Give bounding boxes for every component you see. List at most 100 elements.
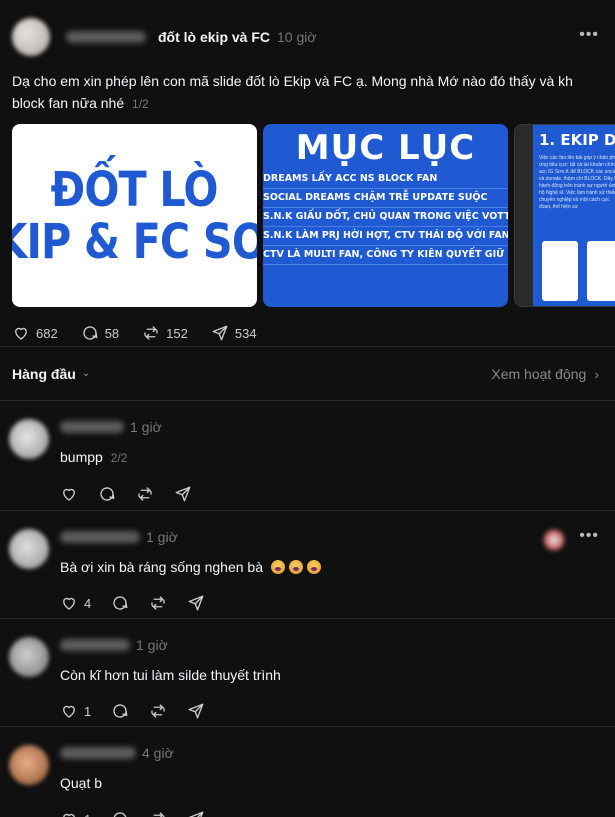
speech-bubble-icon: [83, 326, 98, 340]
slide2-line: CTV LÀ MULTI FAN, CÔNG TY KIÊN QUYẾT GIỮ…: [263, 246, 508, 265]
like-button[interactable]: 682: [12, 324, 58, 342]
see-activity-link[interactable]: Xem hoạt động ›: [491, 366, 599, 382]
author-avatar[interactable]: [12, 18, 50, 56]
reply-actions: 1: [60, 809, 603, 817]
speech-bubble-icon: [113, 596, 128, 610]
reply-header: 1 giờ: [12, 527, 603, 547]
post-header: đốt lò ekip và FC 10 giờ •••: [12, 18, 603, 56]
comment-button[interactable]: [111, 810, 129, 817]
image-carousel[interactable]: ĐỐT LÒ EKIP & FC SƠN MỤC LỤC DREAMS LẤY …: [12, 124, 615, 307]
reply-text: Bà ơi xin bà ráng sống nghen bà: [60, 559, 263, 575]
reply-avatar[interactable]: [9, 745, 49, 785]
like-count: 4: [84, 595, 92, 611]
like-button[interactable]: 1: [60, 702, 91, 720]
reply-header: 1 giờ: [12, 635, 603, 655]
reply-username-blurred[interactable]: [60, 421, 124, 433]
repost-icon: [151, 704, 165, 718]
heart-icon: [15, 327, 27, 340]
slide2-title: MỤC LỤC: [295, 128, 476, 168]
reply-actions: [60, 484, 603, 504]
see-activity-label: Xem hoạt động: [491, 365, 587, 382]
like-count: 1: [84, 703, 92, 719]
more-options-icon[interactable]: •••: [579, 527, 599, 545]
sort-dropdown[interactable]: Hàng đầu: [12, 366, 76, 382]
heart-icon: [63, 488, 75, 501]
send-icon: [175, 486, 191, 502]
chevron-right-icon: ›: [594, 365, 599, 382]
slide2-lines: DREAMS LẤY ACC NS BLOCK FAN SOCIAL DREAM…: [263, 170, 508, 265]
comment-button[interactable]: 58: [81, 324, 119, 342]
reply-body: Còn kĩ hơn tui làm silde thuyết trình: [60, 665, 603, 685]
reply-body: Quạt b: [60, 773, 603, 793]
replies-sort-bar: Hàng đầu ⌄ Xem hoạt động ›: [0, 347, 615, 401]
like-count: 1: [84, 812, 91, 817]
slide3-screenshot: [587, 241, 615, 301]
slide1-line1: ĐỐT LÒ: [51, 161, 219, 218]
more-options-icon[interactable]: •••: [579, 26, 599, 44]
carousel-image-1[interactable]: ĐỐT LÒ EKIP & FC SƠN: [12, 124, 257, 307]
repost-icon: [153, 812, 165, 817]
thread-post: đốt lò ekip và FC 10 giờ ••• Dạ cho em x…: [0, 0, 615, 347]
author-username-blurred[interactable]: [66, 31, 146, 43]
repost-button[interactable]: [136, 485, 154, 503]
reply-avatar[interactable]: [9, 637, 49, 677]
reply-media-thumbnail[interactable]: [543, 529, 565, 551]
reply-avatar[interactable]: [9, 419, 49, 459]
slide2-line: SOCIAL DREAMS CHẬM TRỄ UPDATE SUỘC: [263, 189, 508, 208]
heart-icon: [63, 813, 75, 817]
speech-bubble-icon: [113, 704, 128, 718]
crying-emoji-icon: [306, 560, 321, 574]
comment-count: 58: [104, 325, 120, 341]
slide2-line: DREAMS LẤY ACC NS BLOCK FAN: [263, 170, 508, 189]
send-icon: [188, 595, 204, 611]
reply-time: 1 giờ: [146, 529, 178, 545]
like-button[interactable]: [60, 485, 78, 503]
repost-button[interactable]: 152: [142, 324, 188, 342]
repost-button[interactable]: [149, 702, 167, 720]
comment-button[interactable]: [98, 485, 116, 503]
heart-icon: [63, 597, 75, 610]
reply-username-blurred[interactable]: [60, 639, 130, 651]
repost-button[interactable]: [149, 594, 167, 612]
reply-item: 4 giờ Quạt b 1: [0, 727, 615, 817]
repost-icon: [151, 596, 165, 610]
like-button[interactable]: 4: [60, 594, 91, 612]
share-button[interactable]: [187, 702, 205, 720]
send-icon: [189, 811, 204, 817]
share-button[interactable]: [187, 594, 205, 612]
post-title[interactable]: đốt lò ekip và FC: [158, 29, 270, 45]
share-count: 534: [234, 325, 257, 341]
send-icon: [188, 703, 204, 719]
share-button[interactable]: [174, 485, 192, 503]
share-button[interactable]: 534: [211, 324, 257, 342]
reply-item: 1 giờ bumpp 2/2: [0, 401, 615, 511]
like-button[interactable]: 1: [60, 810, 91, 817]
repost-icon: [144, 326, 158, 340]
carousel-image-2[interactable]: MỤC LỤC DREAMS LẤY ACC NS BLOCK FAN SOCI…: [263, 124, 508, 307]
repost-icon: [138, 487, 152, 501]
repost-count: 152: [166, 325, 188, 341]
post-time: 10 giờ: [277, 29, 317, 45]
reply-body: bumpp 2/2: [60, 447, 603, 468]
reply-username-blurred[interactable]: [60, 747, 136, 759]
reply-text: bumpp: [60, 449, 103, 465]
crying-emoji-icon: [270, 560, 285, 574]
reply-username-blurred[interactable]: [60, 531, 140, 543]
reply-text: Quạt b: [60, 775, 103, 791]
repost-button[interactable]: [149, 810, 167, 817]
comment-button[interactable]: [111, 594, 129, 612]
slide3-text: Việc các fan lên bài góp ý chân phản ứng…: [539, 155, 615, 210]
slide2-line: S.N.K LÀM PRJ HỜI HỢT, CTV THÁI ĐỘ VỚI F…: [263, 227, 508, 246]
comment-button[interactable]: [111, 702, 129, 720]
post-actions: 682 58 152 534: [12, 323, 603, 343]
share-button[interactable]: [187, 810, 205, 817]
heart-icon: [63, 705, 75, 718]
reply-item: 1 giờ Còn kĩ hơn tui làm silde thuyết tr…: [0, 619, 615, 727]
reply-avatar[interactable]: [9, 529, 49, 569]
chevron-down-icon[interactable]: ⌄: [82, 368, 90, 379]
speech-bubble-icon: [113, 812, 127, 817]
carousel-image-3[interactable]: 1. EKIP DREAMS Việc các fan lên bài góp …: [514, 124, 615, 307]
crying-emoji-icon: [288, 560, 303, 574]
reply-item: 1 giờ ••• Bà ơi xin bà ráng sống nghen b…: [0, 511, 615, 619]
reply-time: 1 giờ: [130, 419, 162, 435]
